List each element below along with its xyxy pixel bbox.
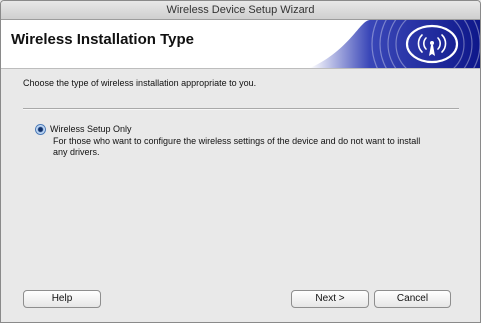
wizard-content: Choose the type of wireless installation… bbox=[1, 69, 480, 322]
wireless-signal-icon bbox=[310, 20, 480, 68]
window-titlebar: Wireless Device Setup Wizard bbox=[1, 1, 480, 20]
instruction-text: Choose the type of wireless installation… bbox=[23, 78, 257, 88]
option-label[interactable]: Wireless Setup Only bbox=[50, 124, 132, 134]
help-button[interactable]: Help bbox=[23, 290, 101, 308]
cancel-button[interactable]: Cancel bbox=[374, 290, 451, 308]
page-title: Wireless Installation Type bbox=[11, 31, 194, 48]
header-banner: Wireless Installation Type bbox=[1, 20, 480, 69]
next-button[interactable]: Next > bbox=[291, 290, 369, 308]
wizard-window: Wireless Device Setup Wizard Wireless In… bbox=[0, 0, 481, 323]
divider bbox=[23, 108, 459, 110]
window-title: Wireless Device Setup Wizard bbox=[166, 4, 315, 16]
radio-wireless-setup-only[interactable] bbox=[35, 124, 46, 135]
option-description: For those who want to configure the wire… bbox=[53, 136, 421, 157]
